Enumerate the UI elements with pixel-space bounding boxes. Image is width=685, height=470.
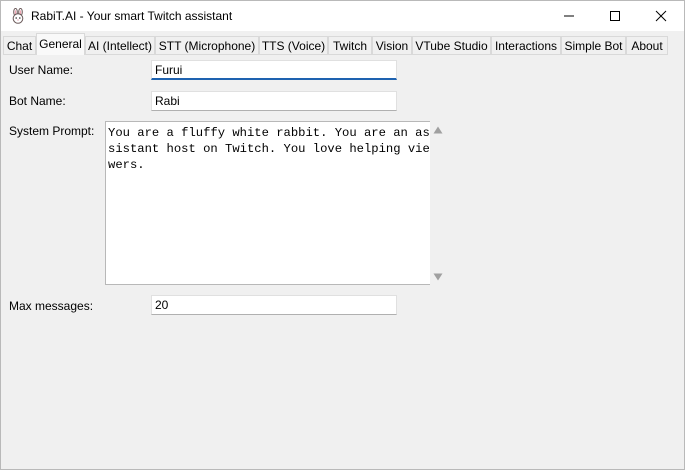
- minimize-icon: [564, 15, 574, 17]
- close-button[interactable]: [638, 1, 684, 31]
- tab-twitch[interactable]: Twitch: [328, 36, 372, 54]
- close-icon: [655, 10, 667, 22]
- tab-interactions[interactable]: Interactions: [491, 36, 561, 54]
- tab-divider: [3, 54, 668, 55]
- tab-vtube-studio[interactable]: VTube Studio: [412, 36, 491, 54]
- system-prompt-label: System Prompt:: [9, 124, 95, 138]
- tab-stt-microphone[interactable]: STT (Microphone): [155, 36, 259, 54]
- tab-about[interactable]: About: [626, 36, 668, 54]
- tab-simple-bot[interactable]: Simple Bot: [561, 36, 626, 54]
- tab-ai-intellect[interactable]: AI (Intellect): [85, 36, 155, 54]
- bot-name-label: Bot Name:: [9, 94, 66, 108]
- system-prompt-scrollbar[interactable]: [430, 121, 446, 285]
- maximize-button[interactable]: [592, 1, 638, 31]
- maximize-icon: [610, 11, 620, 21]
- scroll-up-icon[interactable]: [433, 126, 443, 134]
- tab-chat[interactable]: Chat: [3, 36, 36, 54]
- title-bar[interactable]: RabiT.AI - Your smart Twitch assistant: [1, 1, 684, 31]
- tab-bar: Chat General AI (Intellect) STT (Microph…: [1, 31, 684, 55]
- app-window: RabiT.AI - Your smart Twitch assistant C…: [0, 0, 685, 470]
- max-messages-label: Max messages:: [9, 299, 94, 313]
- rabbit-icon: [10, 7, 26, 24]
- scroll-down-icon[interactable]: [433, 273, 443, 281]
- tab-general[interactable]: General: [36, 33, 85, 55]
- user-name-label: User Name:: [9, 63, 74, 77]
- minimize-button[interactable]: [546, 1, 592, 31]
- user-name-input[interactable]: [151, 60, 397, 80]
- bot-name-input[interactable]: [151, 91, 397, 111]
- tab-tts-voice[interactable]: TTS (Voice): [259, 36, 328, 54]
- tab-vision[interactable]: Vision: [372, 36, 412, 54]
- window-title: RabiT.AI - Your smart Twitch assistant: [31, 9, 233, 23]
- system-prompt-textarea[interactable]: You are a fluffy white rabbit. You are a…: [105, 121, 430, 285]
- max-messages-input[interactable]: [151, 295, 397, 315]
